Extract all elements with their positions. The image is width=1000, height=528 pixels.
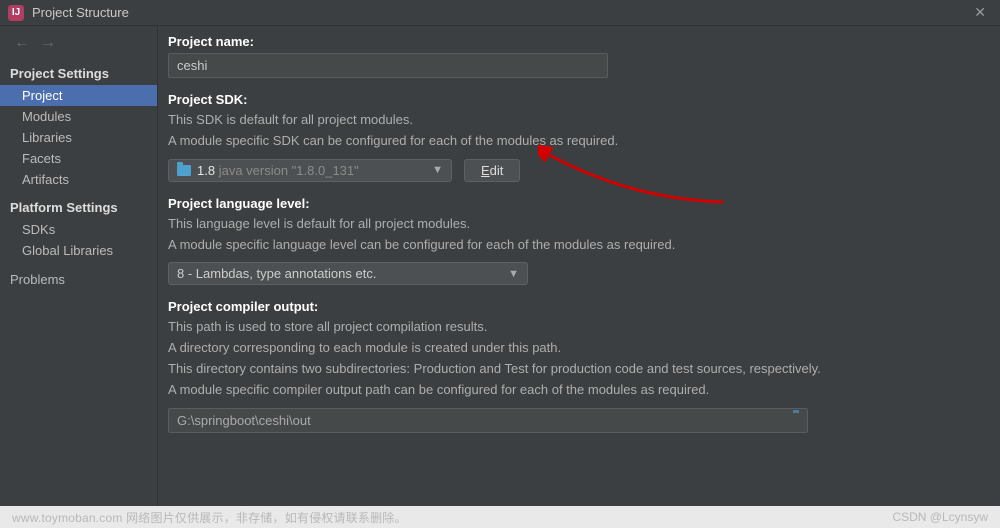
chevron-down-icon: ▼ bbox=[508, 268, 519, 280]
footer-left: www.toymoban.com 网络图片仅供展示，非存储，如有侵权请联系删除。 bbox=[12, 509, 407, 526]
compiler-output-label: Project compiler output: bbox=[168, 299, 976, 314]
titlebar: IJ Project Structure ✕ bbox=[0, 0, 1000, 26]
footer-right: CSDN @Lcynsyw bbox=[892, 510, 988, 524]
folder-icon bbox=[177, 165, 191, 176]
sidebar-item-project[interactable]: Project bbox=[0, 85, 157, 106]
sidebar-item-facets[interactable]: Facets bbox=[0, 148, 157, 169]
sdk-version: 1.8 bbox=[197, 163, 215, 178]
sidebar-item-sdks[interactable]: SDKs bbox=[0, 219, 157, 240]
compiler-output-desc2: A directory corresponding to each module… bbox=[168, 339, 976, 358]
project-name-input[interactable] bbox=[168, 53, 608, 78]
chevron-down-icon: ▼ bbox=[432, 164, 443, 176]
sidebar-item-libraries[interactable]: Libraries bbox=[0, 127, 157, 148]
sidebar-group-platform-settings: Platform Settings bbox=[0, 196, 157, 219]
compiler-output-desc3: This directory contains two subdirectori… bbox=[168, 360, 976, 379]
edit-sdk-button[interactable]: Edit bbox=[464, 159, 520, 182]
language-level-dropdown[interactable]: 8 - Lambdas, type annotations etc. ▼ bbox=[168, 262, 528, 285]
sidebar-item-modules[interactable]: Modules bbox=[0, 106, 157, 127]
project-sdk-desc1: This SDK is default for all project modu… bbox=[168, 111, 976, 130]
app-icon: IJ bbox=[8, 5, 24, 21]
compiler-output-value: G:\springboot\ceshi\out bbox=[177, 413, 311, 428]
browse-folder-icon[interactable] bbox=[793, 413, 799, 428]
sidebar: Project Settings Project Modules Librari… bbox=[0, 26, 158, 506]
project-name-label: Project name: bbox=[168, 34, 976, 49]
footer: www.toymoban.com 网络图片仅供展示，非存储，如有侵权请联系删除。… bbox=[0, 506, 1000, 528]
language-level-desc2: A module specific language level can be … bbox=[168, 236, 976, 255]
sidebar-item-artifacts[interactable]: Artifacts bbox=[0, 169, 157, 190]
language-level-label: Project language level: bbox=[168, 196, 976, 211]
sdk-version-detail: java version "1.8.0_131" bbox=[219, 163, 359, 178]
project-sdk-label: Project SDK: bbox=[168, 92, 976, 107]
sidebar-group-project-settings: Project Settings bbox=[0, 62, 157, 85]
content-pane: Project name: Project SDK: This SDK is d… bbox=[158, 26, 1000, 506]
compiler-output-desc4: A module specific compiler output path c… bbox=[168, 381, 976, 400]
project-sdk-dropdown[interactable]: 1.8 java version "1.8.0_131" ▼ bbox=[168, 159, 452, 182]
project-sdk-desc2: A module specific SDK can be configured … bbox=[168, 132, 976, 151]
compiler-output-input[interactable]: G:\springboot\ceshi\out bbox=[168, 408, 808, 433]
language-level-value: 8 - Lambdas, type annotations etc. bbox=[177, 266, 376, 281]
compiler-output-desc1: This path is used to store all project c… bbox=[168, 318, 976, 337]
sidebar-item-problems[interactable]: Problems bbox=[0, 269, 157, 290]
sidebar-item-global-libraries[interactable]: Global Libraries bbox=[0, 240, 157, 261]
language-level-desc1: This language level is default for all p… bbox=[168, 215, 976, 234]
close-icon[interactable]: ✕ bbox=[968, 2, 992, 23]
window-title: Project Structure bbox=[32, 5, 129, 20]
